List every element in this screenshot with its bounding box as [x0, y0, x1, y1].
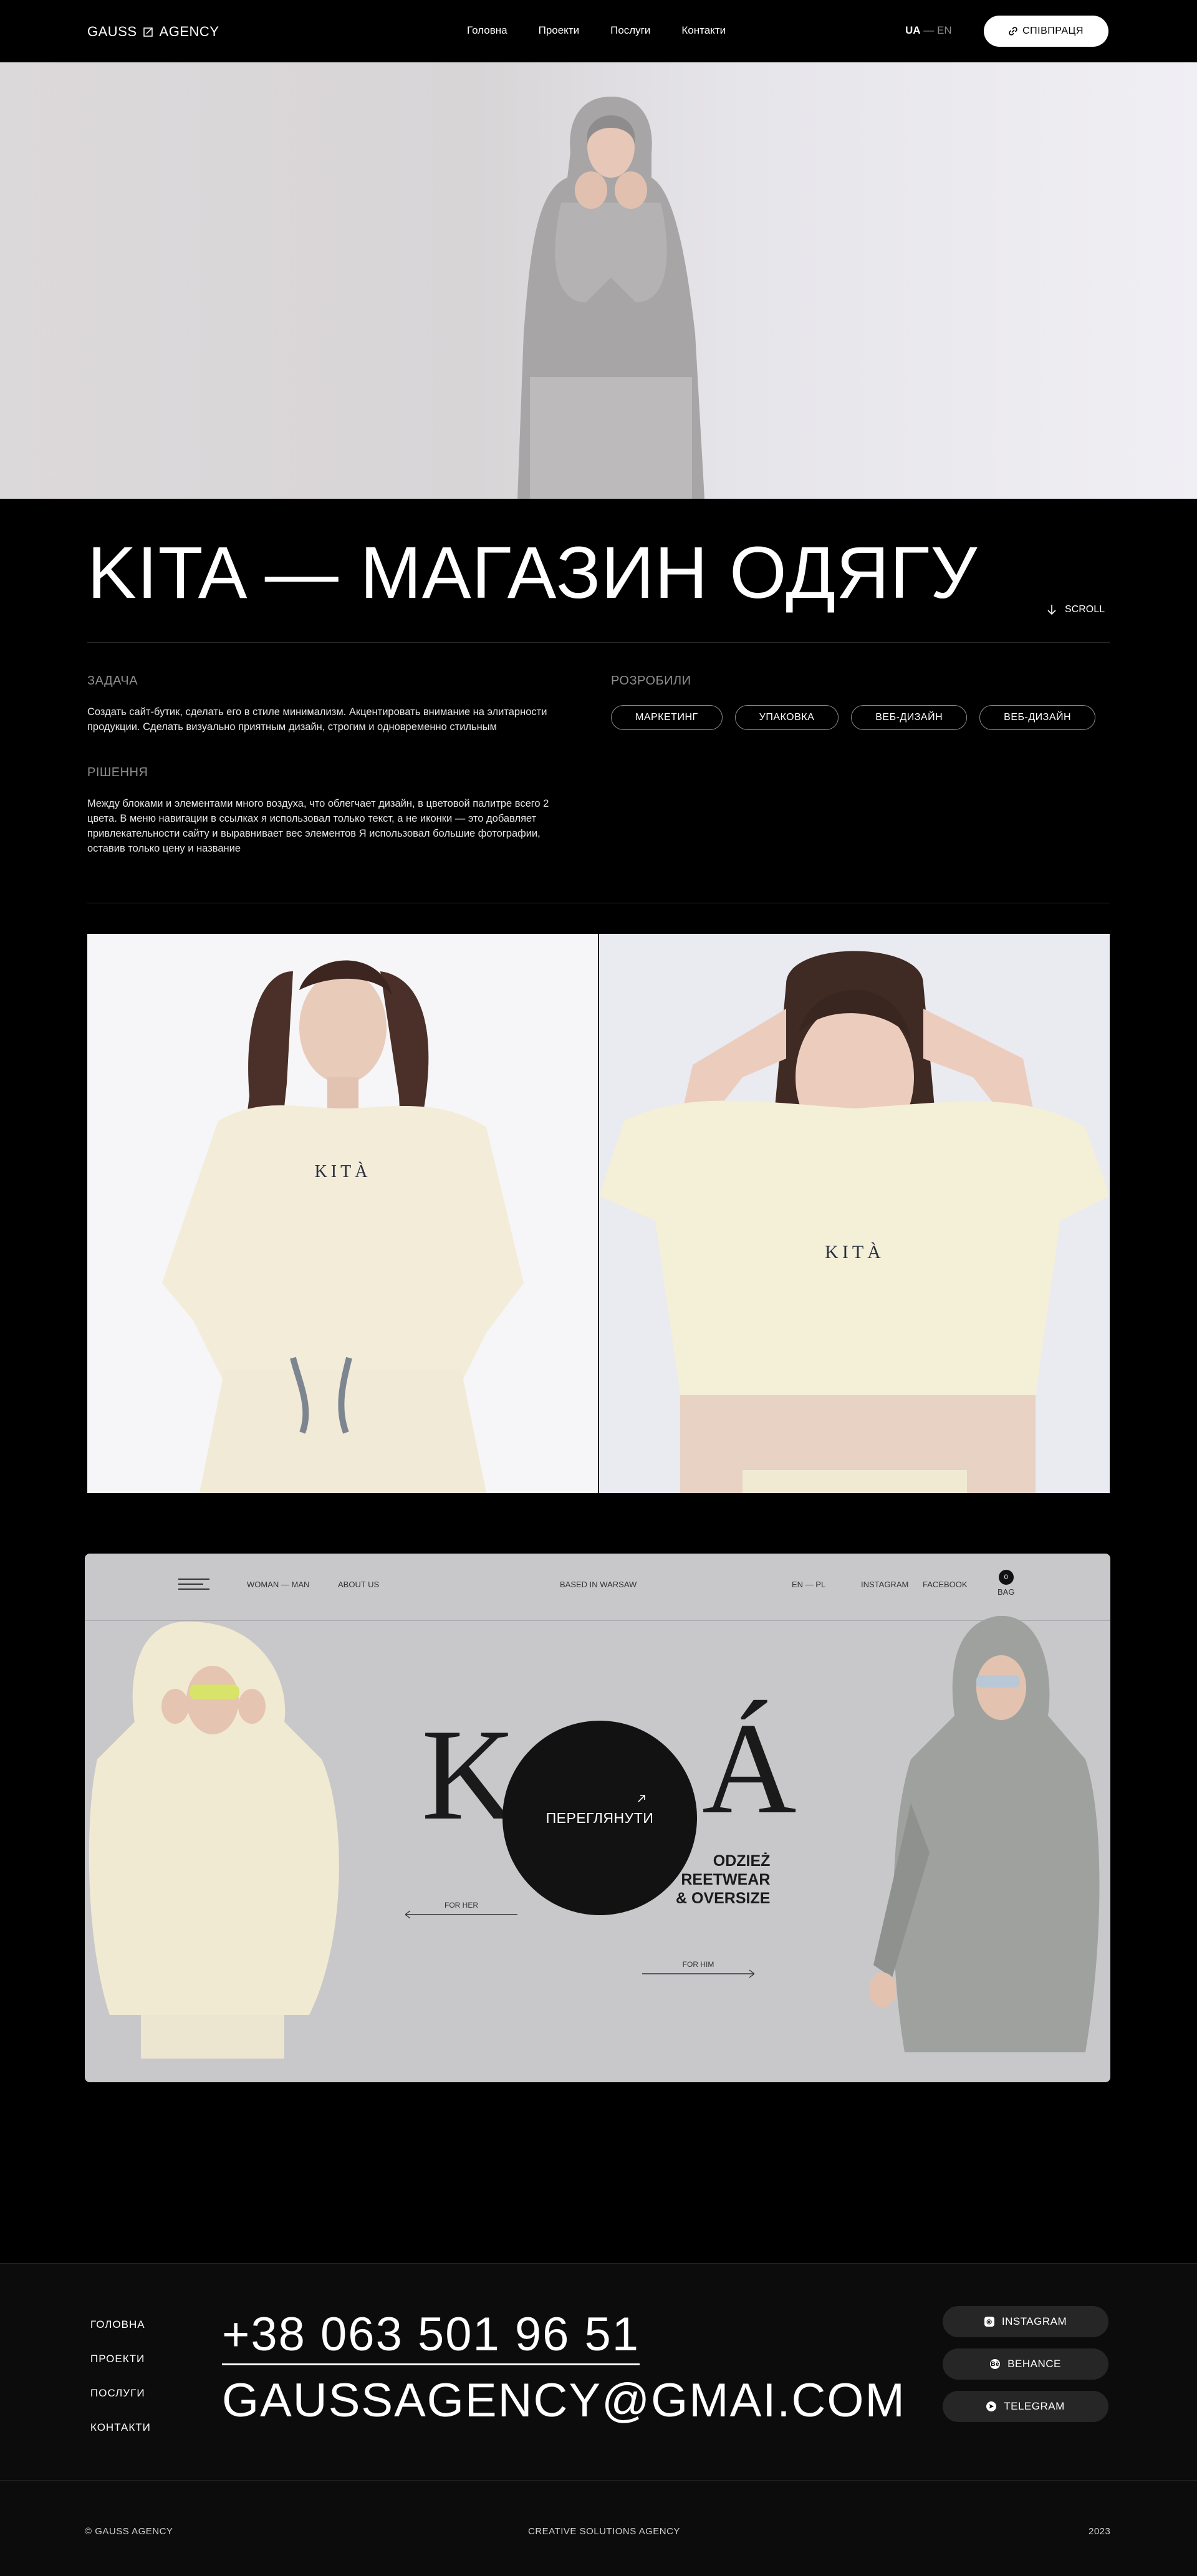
mockup-bag[interactable]: 0 BAG — [998, 1570, 1014, 1597]
footer-nav: ГОЛОВНА ПРОЕКТИ ПОСЛУГИ КОНТАКТИ — [90, 2307, 151, 2444]
site-header: GAUSS AGENCY Головна Проекти Послуги Кон… — [0, 0, 1197, 62]
mockup-nav: WOMAN — MAN ABOUT US BASED IN WARSAW EN … — [85, 1554, 1110, 1621]
main-nav: Головна Проекти Послуги Контакти — [467, 24, 726, 37]
footer-nav-projects[interactable]: ПРОЕКТИ — [90, 2342, 151, 2376]
collaboration-button[interactable]: СПІВПРАЦЯ — [984, 16, 1108, 47]
behance-icon: Bē — [990, 2359, 1001, 2369]
mockup-model-right — [869, 1616, 1100, 2052]
mockup-subtitle-line-1: ODZIEŻ — [713, 1852, 771, 1870]
footer-nav-home[interactable]: ГОЛОВНА — [90, 2307, 151, 2342]
tag-web-design-2[interactable]: ВЕБ-ДИЗАЙН — [979, 705, 1096, 730]
mockup-link-for-her[interactable]: FOR HER — [405, 1901, 517, 1920]
mockup-nav-gender[interactable]: WOMAN — MAN — [247, 1580, 309, 1589]
lang-separator: — — [923, 24, 935, 36]
tag-packaging[interactable]: УПАКОВКА — [734, 705, 839, 730]
tag-marketing[interactable]: МАРКЕТИНГ — [611, 705, 723, 730]
instagram-icon: ◎ — [984, 2317, 994, 2327]
footer-phone[interactable]: +38 063 501 96 51 — [222, 2311, 640, 2365]
telegram-label: TELEGRAM — [1004, 2400, 1065, 2412]
mockup-link-for-him[interactable]: FOR HIM — [642, 1960, 754, 1979]
footer-tagline: CREATIVE SOLUTIONS AGENCY — [528, 2526, 680, 2537]
mockup-nav-instagram[interactable]: INSTAGRAM — [861, 1580, 908, 1589]
mockup-subtitle-line-3: & OVERSIZE — [676, 1890, 771, 1907]
footer-year: 2023 — [1089, 2526, 1111, 2537]
solution-label: РІШЕННЯ — [87, 766, 148, 779]
mockup-subtitle-line-2: REETWEAR — [681, 1871, 771, 1888]
developed-label: РОЗРОБИЛИ — [611, 674, 691, 688]
nav-home[interactable]: Головна — [467, 24, 507, 37]
language-switcher: UA — EN — [905, 24, 952, 37]
arrow-down-icon — [1047, 605, 1056, 615]
arrow-up-right-icon — [638, 1795, 645, 1802]
behance-button[interactable]: Bē BEHANCE — [943, 2348, 1108, 2380]
tag-web-design[interactable]: ВЕБ-ДИЗАЙН — [851, 705, 968, 730]
footer-email[interactable]: GAUSSAGENCY@GMAI.COM — [222, 2377, 906, 2425]
telegram-button[interactable]: ➤ TELEGRAM — [943, 2391, 1108, 2422]
mockup-nav-location: BASED IN WARSAW — [560, 1580, 637, 1589]
link-icon — [1009, 27, 1017, 36]
for-him-label: FOR HIM — [682, 1960, 714, 1969]
logo-text-left: GAUSS — [87, 24, 137, 39]
mockup-nav-about[interactable]: ABOUT US — [338, 1580, 379, 1589]
solution-text: Между блоками и элементами много воздуха… — [87, 798, 549, 854]
nav-services[interactable]: Послуги — [610, 24, 650, 37]
hero-model-figure — [517, 97, 704, 499]
website-mockup: WOMAN — MAN ABOUT US BASED IN WARSAW EN … — [85, 1554, 1110, 2082]
view-project-button[interactable]: ПЕРЕГЛЯНУТИ — [502, 1721, 697, 1915]
footer-copyright: © GAUSS AGENCY — [85, 2526, 173, 2537]
behance-label: BEHANCE — [1007, 2358, 1061, 2370]
mockup-nav-facebook[interactable]: FACEBOOK — [923, 1580, 968, 1589]
footer-divider — [0, 2480, 1197, 2481]
footer-nav-contacts[interactable]: КОНТАКТИ — [90, 2410, 151, 2444]
collaboration-label: СПІВПРАЦЯ — [1022, 26, 1084, 36]
mockup-nav-lang[interactable]: EN — PL — [792, 1580, 825, 1589]
for-her-label: FOR HER — [445, 1901, 478, 1910]
logo-mark-icon — [143, 27, 153, 37]
shirt-print-1: KITÀ — [315, 1162, 372, 1181]
mockup-model-left — [89, 1622, 339, 2059]
gallery-photo-2: KITÀ — [599, 934, 1110, 1493]
nav-projects[interactable]: Проекти — [539, 24, 580, 37]
menu-icon[interactable] — [178, 1577, 209, 1591]
bag-count-badge: 0 — [998, 1570, 1014, 1585]
lang-en[interactable]: EN — [937, 24, 952, 36]
logo[interactable]: GAUSS AGENCY — [87, 24, 219, 40]
model-photo-2: KITÀ — [599, 934, 1110, 1493]
instagram-label: INSTAGRAM — [1001, 2315, 1067, 2327]
arrow-right-icon — [642, 1969, 754, 1978]
site-footer: ГОЛОВНА ПРОЕКТИ ПОСЛУГИ КОНТАКТИ +38 063… — [0, 2263, 1197, 2576]
service-tags: МАРКЕТИНГ УПАКОВКА ВЕБ-ДИЗАЙН ВЕБ-ДИЗАЙН — [611, 705, 1096, 730]
mockup-brand-a: Á — [702, 1696, 797, 1841]
footer-nav-services[interactable]: ПОСЛУГИ — [90, 2376, 151, 2410]
model-photo-1: KITÀ — [87, 934, 598, 1493]
scroll-indicator[interactable]: SCROLL — [1047, 604, 1105, 615]
instagram-button[interactable]: ◎ INSTAGRAM — [943, 2306, 1108, 2337]
shirt-print-2: KITÀ — [825, 1242, 885, 1262]
bag-label: BAG — [998, 1587, 1015, 1597]
task-text: Создать сайт-бутик, сделать его в стиле … — [87, 706, 547, 733]
gallery-photo-1: KITÀ — [87, 934, 598, 1493]
project-title: KITA — МАГАЗИН ОДЯГУ — [87, 532, 978, 614]
arrow-left-icon — [405, 1910, 517, 1919]
mockup-brand-subtitle: ODZIEŻ REETWEAR & OVERSIZE — [676, 1852, 770, 1908]
title-divider — [87, 642, 1110, 643]
view-project-label: ПЕРЕГЛЯНУТИ — [546, 1809, 654, 1826]
task-label: ЗАДАЧА — [87, 674, 138, 688]
scroll-label: SCROLL — [1065, 604, 1105, 615]
logo-text-right: AGENCY — [159, 24, 219, 39]
nav-contacts[interactable]: Контакти — [681, 24, 726, 37]
telegram-icon: ➤ — [986, 2401, 997, 2411]
lang-ua[interactable]: UA — [905, 24, 921, 36]
hero-photo — [0, 62, 1197, 499]
